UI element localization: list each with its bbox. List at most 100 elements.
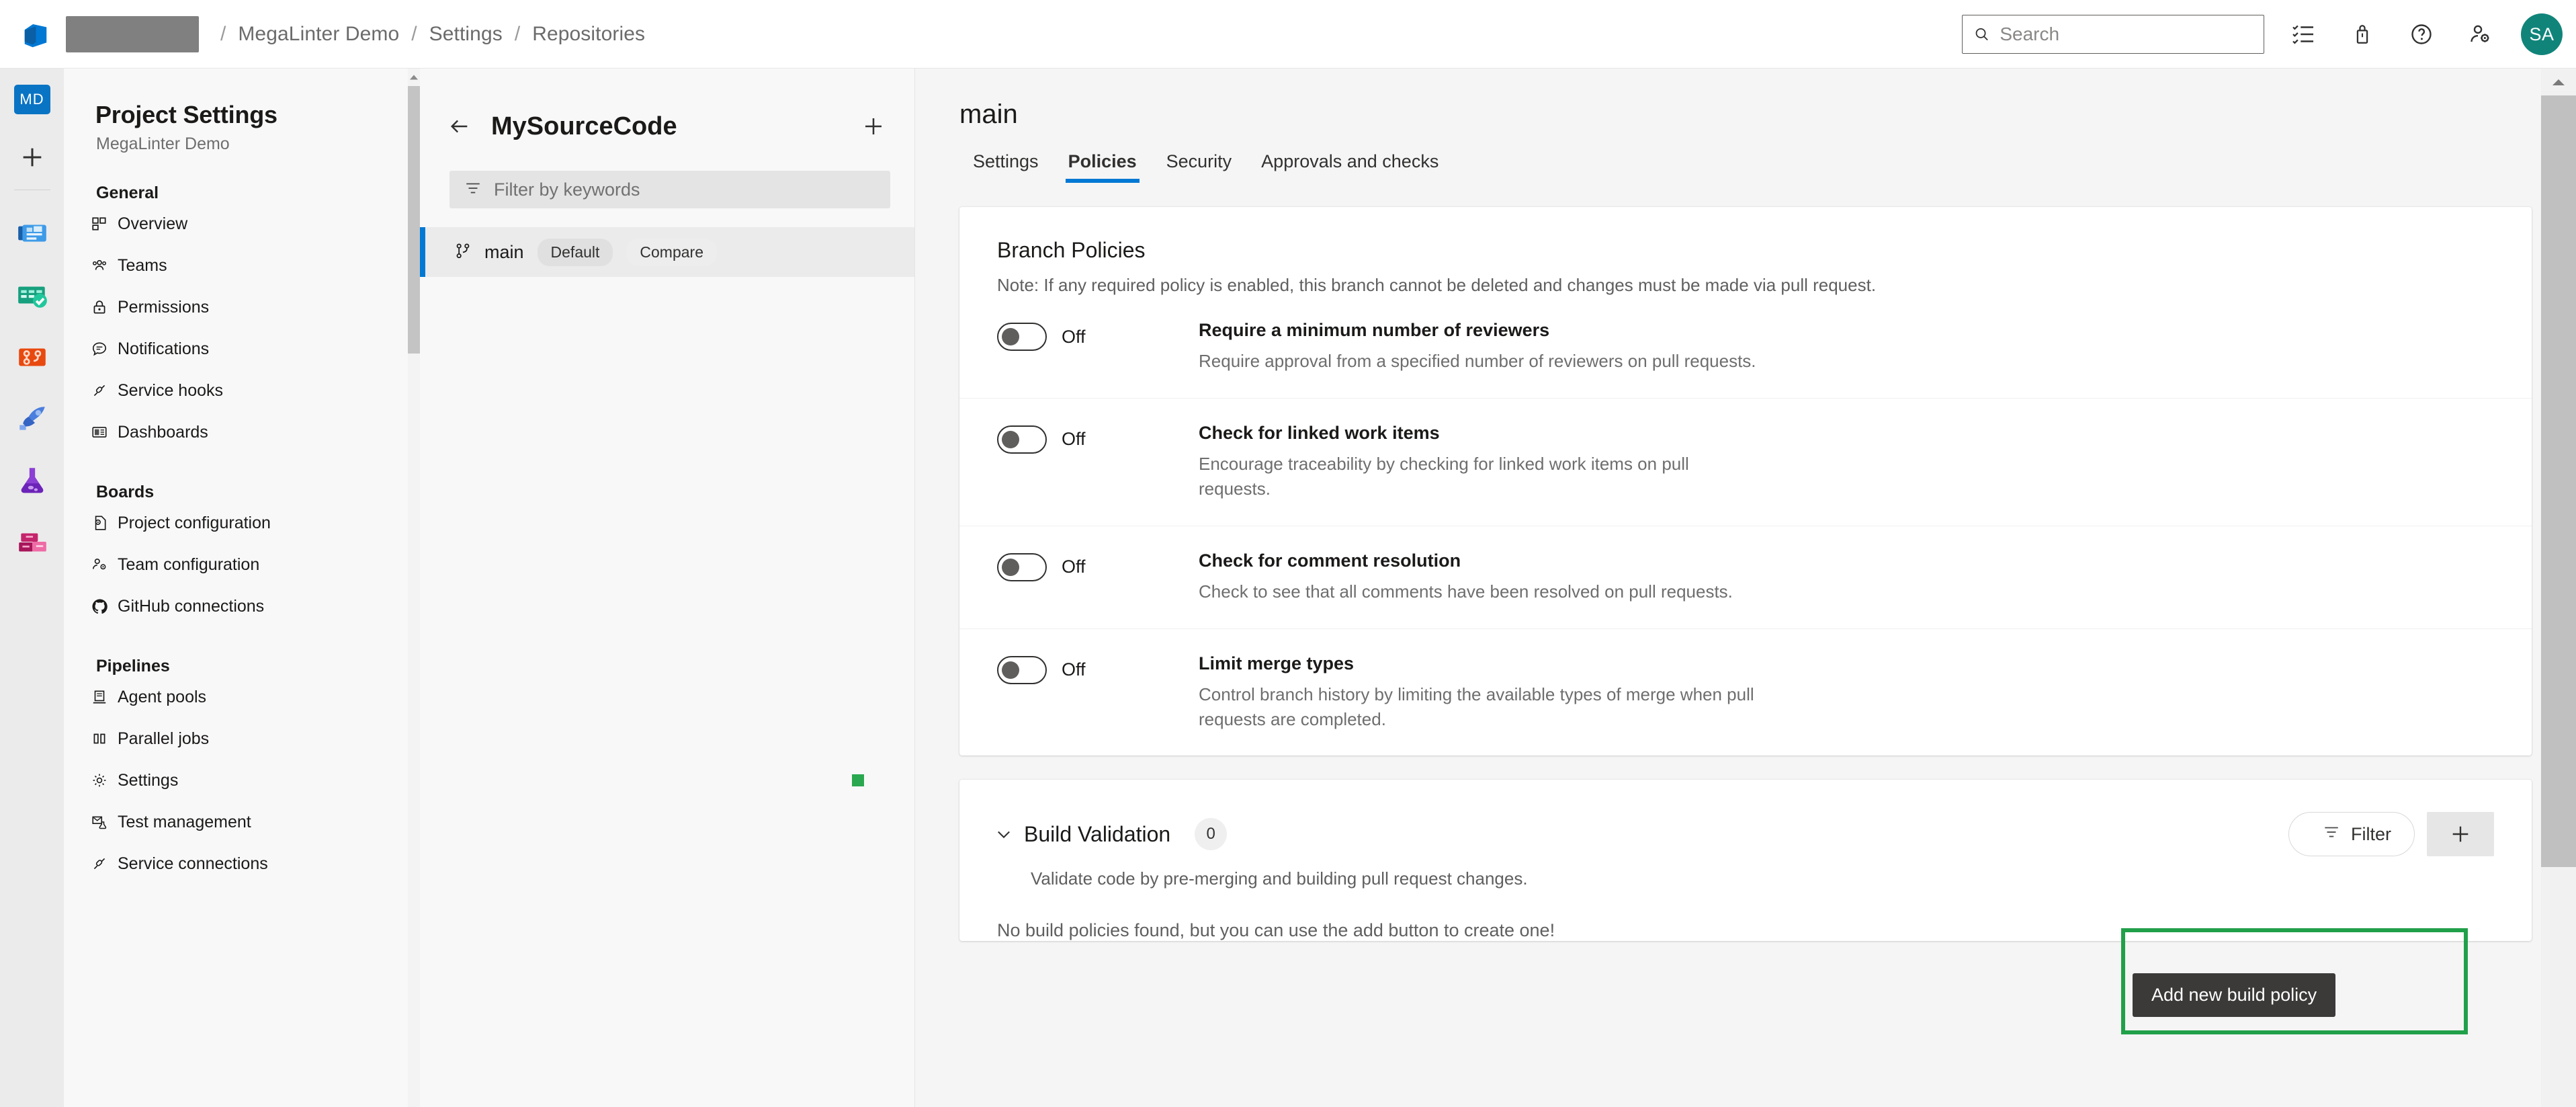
breadcrumb-item-repositories[interactable]: Repositories [532, 23, 645, 46]
chevron-down-icon[interactable] [990, 825, 1017, 844]
sidebar-item-overview[interactable]: Overview [64, 203, 418, 245]
sidebar-item-label: Test management [118, 812, 251, 831]
policy-text: Check for comment resolution Check to se… [1199, 550, 2494, 604]
filter-icon [2323, 823, 2340, 846]
tab-policies[interactable]: Policies [1054, 151, 1152, 183]
scrollbar-thumb[interactable] [2541, 95, 2576, 867]
tab-approvals-and-checks[interactable]: Approvals and checks [1246, 151, 1453, 183]
settings-nav-scrollbar[interactable] [408, 69, 420, 1107]
sidebar-item-service-connections[interactable]: Service connections [64, 843, 418, 885]
toggle-knob [1002, 661, 1019, 679]
policy-row-minimum-reviewers: Off Require a minimum number of reviewer… [959, 296, 2532, 399]
sidebar-item-label: Permissions [118, 297, 210, 317]
breadcrumb-item-settings[interactable]: Settings [429, 23, 503, 46]
avatar[interactable]: SA [2521, 13, 2563, 55]
toggle-minimum-reviewers[interactable]: Off [997, 320, 1199, 351]
tab-security[interactable]: Security [1152, 151, 1247, 183]
boards-hub-icon[interactable] [13, 276, 51, 314]
sidebar-item-label: Dashboards [118, 422, 208, 442]
sidebar-item-agent-pools[interactable]: Agent pools [64, 676, 418, 718]
branch-name: main [484, 241, 524, 262]
sidebar-item-team-configuration[interactable]: Team configuration [64, 544, 418, 585]
policy-description: Require approval from a specified number… [1199, 351, 1756, 371]
sidebar-item-permissions[interactable]: Permissions [64, 286, 418, 328]
test-management-icon [88, 813, 111, 831]
branch-filter-input[interactable] [494, 179, 875, 200]
list-item[interactable]: main Default Compare [420, 227, 914, 277]
sidebar-item-label: Notifications [118, 339, 210, 358]
project-badge[interactable]: MD [13, 85, 50, 114]
sidebar-item-github-connections[interactable]: GitHub connections [64, 585, 418, 627]
sidebar-item-label: Service connections [118, 854, 268, 873]
page-title: Project Settings [95, 101, 277, 128]
toggle-switch[interactable] [997, 552, 1047, 581]
task-list-icon[interactable] [2283, 14, 2323, 54]
status-badge: Default [537, 238, 613, 266]
help-question-icon[interactable] [2401, 14, 2442, 54]
overview-hub-icon[interactable] [13, 214, 51, 252]
add-branch-plus-icon[interactable] [857, 110, 890, 143]
sidebar-item-notifications[interactable]: Notifications [64, 328, 418, 370]
pipelines-hub-icon[interactable] [13, 400, 51, 438]
test-plans-hub-icon[interactable] [13, 462, 51, 499]
policy-row-comment-resolution: Off Check for comment resolution Check t… [959, 526, 2532, 629]
scrollbar-thumb[interactable] [408, 86, 420, 354]
toggle-switch[interactable] [997, 655, 1047, 684]
compare-button[interactable]: Compare [626, 238, 718, 266]
sidebar-item-label: Settings [118, 770, 179, 790]
organization-name-redacted[interactable] [66, 15, 199, 52]
scroll-up-icon[interactable] [408, 69, 420, 86]
top-header: / MegaLinter Demo / Settings / Repositor… [0, 0, 2576, 69]
sidebar-item-dashboards[interactable]: Dashboards [64, 411, 418, 453]
azure-devops-logo-icon[interactable] [15, 13, 56, 55]
filter-button[interactable]: Filter [2288, 812, 2415, 857]
toggle-knob [1002, 558, 1019, 576]
search-icon [1975, 28, 1988, 41]
team-config-icon [88, 556, 111, 573]
marketplace-bag-icon[interactable] [2342, 14, 2382, 54]
add-build-policy-button[interactable] [2427, 812, 2494, 857]
gear-icon [88, 772, 111, 789]
lock-icon [88, 298, 111, 316]
back-arrow-icon[interactable] [444, 111, 475, 142]
branch-page-title: main [959, 99, 1018, 129]
scroll-up-icon[interactable] [2541, 69, 2576, 95]
policy-text: Require a minimum number of reviewers Re… [1199, 320, 2494, 374]
artifacts-hub-icon[interactable] [13, 524, 51, 561]
header-actions: SA [1962, 0, 2563, 69]
toggle-switch[interactable] [997, 323, 1047, 351]
policy-name: Require a minimum number of reviewers [1199, 320, 1550, 340]
sidebar-item-teams[interactable]: Teams [64, 245, 418, 286]
sidebar-item-service-hooks[interactable]: Service hooks [64, 370, 418, 411]
branch-policies-note: Note: If any required policy is enabled,… [997, 275, 1877, 295]
toggle-linked-work-items[interactable]: Off [997, 423, 1199, 454]
sidebar-item-label: GitHub connections [118, 596, 265, 616]
branch-policies-title: Branch Policies [997, 238, 1146, 262]
breadcrumb-separator: / [220, 22, 226, 45]
policy-text: Limit merge types Control branch history… [1199, 653, 2494, 732]
create-new-icon[interactable] [15, 140, 50, 175]
sidebar-item-parallel-jobs[interactable]: Parallel jobs [64, 718, 418, 760]
sidebar-item-project-configuration[interactable]: Project configuration [64, 502, 418, 544]
main-content: main Settings Policies Security Approval… [915, 69, 2576, 1107]
branch-filter-box[interactable] [449, 171, 890, 208]
sidebar-item-test-management[interactable]: Test management [64, 801, 418, 843]
tab-settings[interactable]: Settings [958, 151, 1054, 183]
repository-branch-panel: MySourceCode main Default Compare [420, 69, 915, 1107]
page-scrollbar[interactable] [2541, 69, 2576, 1107]
search-input[interactable] [2000, 24, 2253, 45]
toggle-limit-merge-types[interactable]: Off [997, 653, 1199, 684]
toggle-comment-resolution[interactable]: Off [997, 550, 1199, 581]
toggle-switch[interactable] [997, 425, 1047, 454]
overview-icon [88, 215, 111, 233]
breadcrumb-item-project[interactable]: MegaLinter Demo [238, 23, 399, 46]
policy-name: Limit merge types [1199, 653, 1355, 673]
agent-pools-icon [88, 688, 111, 706]
page-subtitle: MegaLinter Demo [96, 134, 230, 153]
repos-hub-icon[interactable] [13, 338, 51, 376]
sidebar-item-label: Overview [118, 214, 188, 233]
sidebar-item-pipelines-settings[interactable]: Settings [64, 760, 418, 801]
search-box[interactable] [1962, 15, 2264, 54]
filter-button-label: Filter [2351, 823, 2391, 844]
user-settings-icon[interactable] [2460, 14, 2501, 54]
